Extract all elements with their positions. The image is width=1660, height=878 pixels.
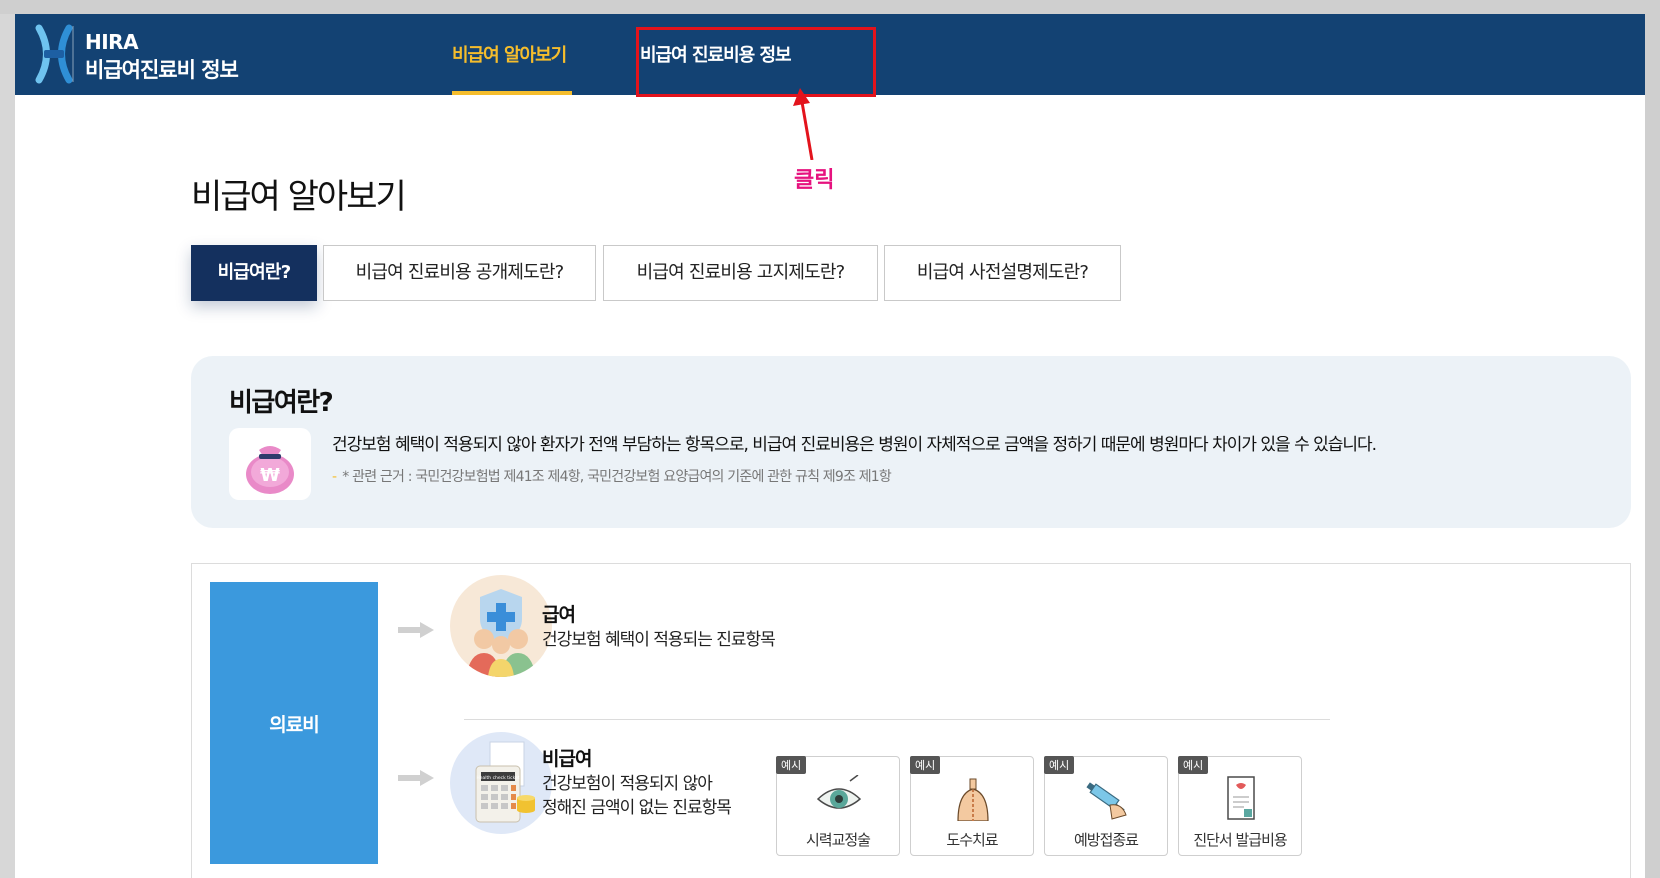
cost-diagram: 의료비 급여 건강보험 혜택이 적용되는 진료항목 Health check t… (191, 563, 1631, 878)
example-card-manual-therapy: 예시 도수치료 (910, 756, 1034, 856)
example-badge: 예시 (910, 756, 941, 774)
site-logo[interactable]: HIRA 비급여진료비 정보 (33, 24, 273, 84)
noncovered-desc-line1: 건강보험이 적용되지 않아 (542, 774, 713, 794)
window-top-edge (0, 0, 1660, 14)
example-card-vision-correction: 예시 시력교정술 (776, 756, 900, 856)
definition-text: 건강보험 혜택이 적용되지 않아 환자가 전액 부담하는 항목으로, 비급여 진… (332, 435, 1377, 455)
tab-notice-system[interactable]: 비급여 진료비용 고지제도란? (603, 245, 878, 301)
hira-logo-icon (35, 24, 74, 84)
arrow-right-icon (398, 770, 434, 786)
click-highlight-box (636, 27, 876, 97)
example-label: 도수치료 (946, 831, 998, 849)
window-right-edge (1645, 0, 1660, 878)
noncovered-illustration: Health check ticket (450, 732, 552, 834)
bullet-icon: - (332, 469, 337, 485)
nav-active-underline (452, 91, 572, 95)
example-badge: 예시 (1044, 756, 1075, 774)
example-label: 예방접종료 (1073, 831, 1139, 849)
noncovered-desc-line2: 정해진 금액이 없는 진료항목 (542, 798, 732, 818)
logo-title: HIRA (85, 30, 139, 54)
covered-illustration (450, 575, 552, 677)
example-card-certificate-fee: 예시 진단서 발급비용 (1178, 756, 1302, 856)
definition-note: - * 관련 근거 : 국민건강보험법 제41조 제4항, 국민건강보험 요양급여… (332, 466, 892, 486)
tab-disclosure-system[interactable]: 비급여 진료비용 공개제도란? (323, 245, 596, 301)
example-card-vaccination: 예시 예방접종료 (1044, 756, 1168, 856)
nav-item-about-noncovered[interactable]: 비급여 알아보기 (452, 14, 572, 95)
browser-viewport: HIRA 비급여진료비 정보 비급여 알아보기 비급여 진료비용 정보 비급여 … (15, 14, 1645, 878)
definition-panel: 비급여란? ₩ 건강보험 혜택이 적용되지 않아 환자가 전액 부담하는 항목으… (191, 356, 1631, 528)
syringe-icon (1086, 782, 1127, 820)
noncovered-title: 비급여 (542, 748, 592, 770)
money-bag-icon: ₩ (229, 428, 311, 500)
page-title: 비급여 알아보기 (191, 177, 407, 217)
back-therapy-icon (957, 778, 989, 821)
example-label: 진단서 발급비용 (1193, 831, 1287, 849)
annotation-arrow-icon (793, 88, 814, 160)
example-badge: 예시 (1178, 756, 1209, 774)
definition-note-text: * 관련 근거 : 국민건강보험법 제41조 제4항, 국민건강보험 요양급여의… (342, 469, 892, 485)
covered-desc: 건강보험 혜택이 적용되는 진료항목 (542, 630, 776, 650)
diagram-divider (464, 719, 1330, 720)
calculator-label: Health check ticket (476, 775, 520, 781)
tab-prior-explanation-system[interactable]: 비급여 사전설명제도란? (884, 245, 1121, 301)
definition-title: 비급여란? (229, 388, 334, 418)
eye-icon (816, 775, 862, 809)
svg-text:₩: ₩ (260, 465, 280, 486)
example-badge: 예시 (776, 756, 807, 774)
tab-what-is-noncovered[interactable]: 비급여란? (191, 245, 317, 301)
document-icon (1227, 776, 1255, 820)
nav-item-label: 비급여 알아보기 (452, 45, 567, 66)
root-medical-cost-box: 의료비 (210, 582, 378, 864)
covered-title: 급여 (542, 604, 576, 626)
click-annotation-label: 클릭 (794, 168, 835, 193)
example-label: 시력교정술 (805, 831, 871, 849)
arrow-right-icon (398, 622, 434, 638)
logo-subtitle: 비급여진료비 정보 (85, 58, 239, 82)
